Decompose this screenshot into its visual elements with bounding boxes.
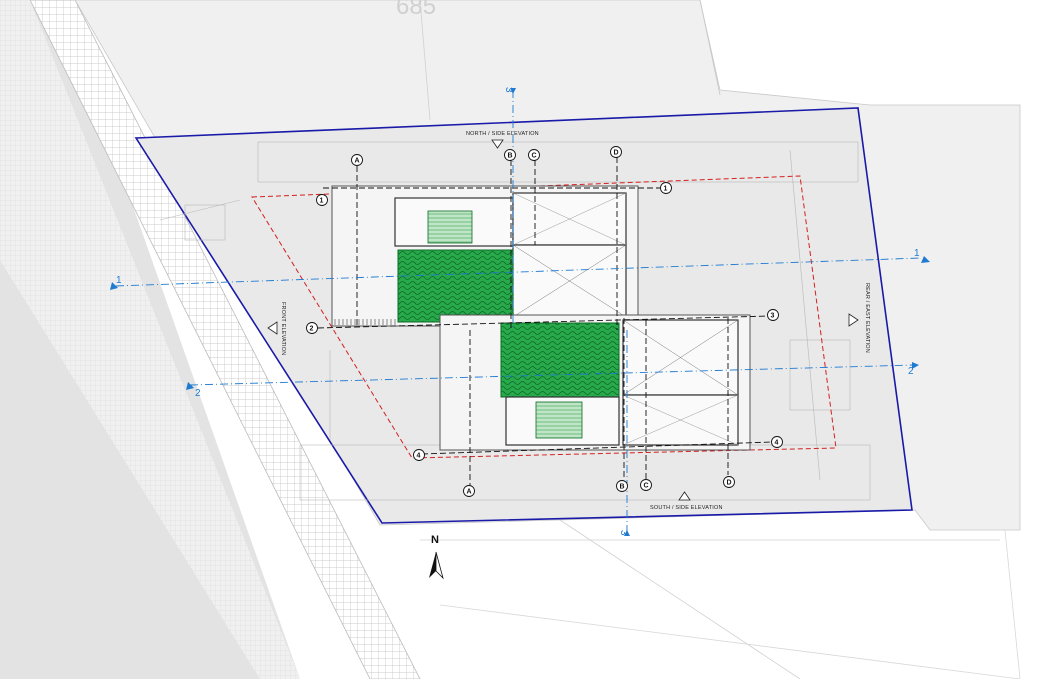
svg-text:1: 1 — [320, 198, 324, 205]
grid-bubble-row-1-left: 1 — [316, 194, 328, 206]
svg-text:2: 2 — [310, 326, 314, 333]
svg-text:REAR / EAST ELEVATION: REAR / EAST ELEVATION — [864, 283, 870, 353]
building-south — [439, 314, 751, 451]
roof-garden-north — [397, 249, 514, 323]
building-north — [331, 185, 639, 327]
svg-text:NORTH / SIDE ELEVATION: NORTH / SIDE ELEVATION — [466, 131, 539, 137]
svg-text:D: D — [614, 150, 619, 157]
svg-text:3: 3 — [618, 530, 629, 536]
grid-bubble-c-top: C — [528, 149, 540, 161]
svg-text:FRONT ELEVATION: FRONT ELEVATION — [280, 302, 286, 355]
svg-text:C: C — [644, 483, 649, 490]
site-plan-drawing: 685 1 1 2 2 3 3 A B C D A B C D 1 1 2 3 … — [0, 0, 1021, 679]
grid-bubble-a-bottom: A — [463, 485, 475, 497]
grid-bubble-row-4-left: 4 — [413, 449, 425, 461]
grid-bubble-row-2: 2 — [306, 322, 318, 334]
svg-text:4: 4 — [775, 440, 779, 447]
svg-text:1: 1 — [664, 186, 668, 193]
svg-text:1: 1 — [914, 248, 920, 259]
svg-text:D: D — [727, 480, 732, 487]
stair-north — [427, 210, 473, 244]
grid-bubble-row-4: 4 — [771, 436, 783, 448]
grid-bubble-row-1: 1 — [660, 182, 672, 194]
stair-south — [535, 401, 583, 439]
grid-bubble-c-bottom: C — [640, 479, 652, 491]
svg-text:2: 2 — [908, 366, 914, 377]
grid-bubble-b-bottom: B — [616, 480, 628, 492]
lot-number: 685 — [396, 0, 436, 20]
svg-text:N: N — [431, 534, 439, 546]
north-arrow: N — [429, 534, 444, 580]
svg-text:A: A — [467, 489, 472, 496]
svg-text:2: 2 — [195, 388, 201, 399]
svg-text:SOUTH / SIDE ELEVATION: SOUTH / SIDE ELEVATION — [650, 505, 723, 511]
svg-text:A: A — [355, 158, 360, 165]
svg-text:B: B — [508, 153, 513, 160]
svg-text:3: 3 — [771, 313, 775, 320]
grid-bubble-d-top: D — [610, 146, 622, 158]
svg-text:B: B — [620, 484, 625, 491]
roof-garden-south — [500, 322, 620, 398]
grid-bubble-b-top: B — [504, 149, 516, 161]
svg-text:3: 3 — [503, 87, 514, 93]
svg-text:C: C — [532, 153, 537, 160]
grid-bubble-d-bottom: D — [723, 476, 735, 488]
section-marker-3-bottom: 3 — [618, 530, 630, 536]
svg-text:4: 4 — [417, 453, 421, 460]
grid-bubble-a-top: A — [351, 154, 363, 166]
grid-bubble-row-3: 3 — [767, 309, 779, 321]
svg-text:1: 1 — [116, 275, 122, 286]
